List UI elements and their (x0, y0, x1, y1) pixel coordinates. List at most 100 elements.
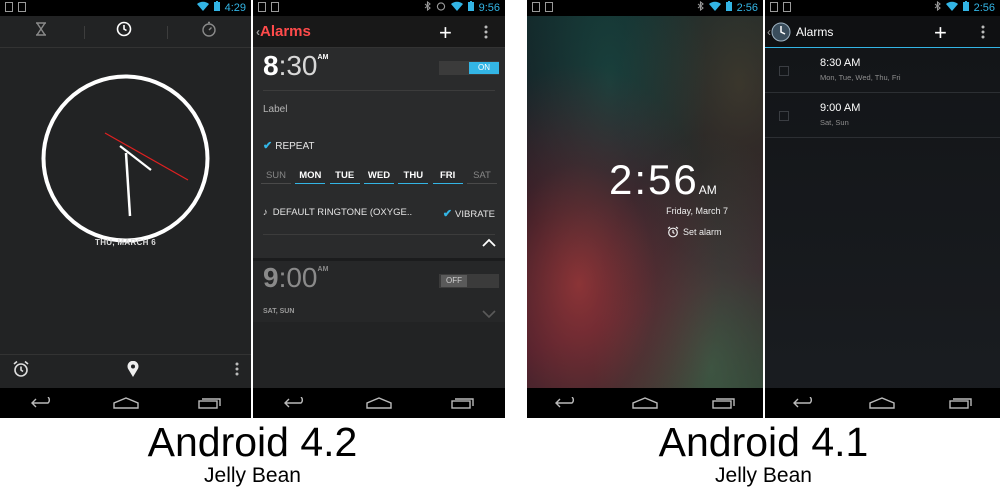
more-vert-icon (981, 25, 985, 39)
alarm-days: Sat, Sun (820, 118, 849, 127)
add-alarm-button[interactable]: + (439, 20, 452, 46)
caption-codename: Jelly Bean (715, 464, 812, 487)
notification-icons (5, 2, 26, 12)
world-clock-button[interactable] (127, 360, 139, 382)
up-navigation[interactable]: ‹ (767, 22, 791, 42)
clock-icon (116, 21, 131, 37)
recent-apps-button[interactable] (949, 397, 973, 409)
day-toggle-tue[interactable]: TUE (329, 170, 360, 184)
day-toggle-fri[interactable]: FRI (432, 170, 463, 184)
hourglass-icon (35, 22, 46, 36)
analog-clock (41, 74, 210, 243)
home-button[interactable] (869, 397, 896, 409)
nav-bar (765, 388, 1000, 418)
clock-date: THU, MARCH 6 (95, 238, 156, 247)
add-alarm-button[interactable]: + (934, 20, 947, 46)
repeat-label: REPEAT (275, 141, 315, 152)
battery-icon (213, 1, 220, 14)
overflow-menu-button[interactable] (981, 25, 985, 44)
back-button[interactable] (30, 397, 54, 409)
up-navigation[interactable]: ‹Alarms (256, 23, 311, 40)
alarm-minutes: :00 (278, 262, 318, 293)
recent-apps-icon (712, 398, 735, 409)
music-note-icon: ♪ (263, 207, 268, 218)
checkmark-icon: ✔ (442, 208, 453, 220)
expand-button[interactable] (482, 306, 496, 324)
day-toggle-sun[interactable]: SUN (261, 170, 291, 184)
more-vert-icon (235, 362, 239, 376)
clock-tab[interactable] (116, 21, 132, 42)
chevron-down-icon (482, 310, 496, 319)
checkmark-icon: ✔ (263, 140, 273, 152)
recent-apps-button[interactable] (197, 397, 222, 409)
alarm-enable-checkbox[interactable] (779, 66, 789, 76)
alarm-ampm: AM (317, 266, 329, 273)
alarm-card-collapsed[interactable]: 9:00AM OFF SAT, SUN (253, 258, 505, 322)
day-toggle-sat[interactable]: SAT (466, 170, 497, 184)
back-button[interactable] (554, 397, 578, 409)
stopwatch-tab[interactable] (201, 21, 217, 42)
home-icon (869, 397, 896, 409)
back-icon (555, 397, 574, 408)
clock-action-bar (0, 354, 251, 388)
image-notification-icon (783, 2, 791, 12)
wifi-icon (450, 1, 463, 14)
caption-left: Android 4.2 Jelly Bean (0, 420, 505, 487)
repeat-checkbox[interactable]: ✔ REPEAT (263, 139, 315, 152)
repeat-days: SUN MON TUE WED THU FRI SAT (261, 170, 497, 184)
page-title: Alarms (796, 25, 834, 39)
home-button[interactable] (112, 397, 139, 409)
wifi-icon (945, 1, 958, 14)
timer-tab[interactable] (35, 22, 47, 41)
caption-right: Android 4.1 Jelly Bean (527, 420, 1000, 487)
alarm-card-expanded: 8:30AM ON Label ✔ REPEAT SUN MON TUE WED … (253, 48, 505, 258)
alarm-clock-icon (667, 226, 679, 238)
alarm-enable-checkbox[interactable] (779, 111, 789, 121)
home-button[interactable] (366, 397, 392, 409)
more-vert-icon (484, 25, 488, 39)
notification-icon (258, 2, 266, 12)
home-icon (366, 397, 392, 409)
nav-bar (0, 388, 251, 418)
day-toggle-mon[interactable]: MON (295, 170, 326, 184)
back-button[interactable] (283, 397, 307, 409)
alarm-time: 8:30 AM (820, 57, 861, 69)
alarm-time[interactable]: 8:30AM (263, 50, 328, 82)
recent-apps-button[interactable] (451, 397, 475, 409)
toggle-on-label: ON (469, 62, 499, 74)
collapse-button[interactable] (482, 234, 496, 252)
ringtone-selector[interactable]: ♪ DEFAULT RINGTONE (OXYGE.. (263, 207, 412, 218)
list-item[interactable]: 9:00 AM Sat, Sun (765, 93, 1000, 138)
toggle-off-label: OFF (441, 275, 467, 287)
recent-apps-button[interactable] (712, 397, 736, 409)
notification-icons (532, 2, 553, 12)
overflow-menu-button[interactable] (235, 362, 239, 381)
list-item[interactable]: 8:30 AM Mon, Tue, Wed, Thu, Fri (765, 48, 1000, 93)
plus-icon: + (934, 20, 947, 45)
caption-version: Android 4.1 (658, 419, 869, 465)
alarm-minutes: :30 (278, 50, 318, 81)
alarm-button[interactable] (12, 360, 30, 383)
lockscreen-clock: 2:56AM (609, 156, 717, 204)
status-time: 2:56 (736, 1, 758, 14)
action-bar: ‹ Alarms + (765, 16, 1000, 48)
overflow-menu-button[interactable] (484, 25, 488, 44)
alarm-toggle-on[interactable]: ON (439, 61, 499, 75)
vibrate-checkbox[interactable]: ✔ VIBRATE (443, 207, 495, 220)
day-toggle-wed[interactable]: WED (363, 170, 394, 184)
day-toggle-thu[interactable]: THU (398, 170, 429, 184)
alarm-label-field[interactable]: Label (263, 104, 287, 115)
alarm-time[interactable]: 9:00AM (263, 262, 328, 294)
hour-hand (124, 152, 132, 217)
next-alarm-indicator: Set alarm (667, 226, 722, 238)
alarm-time: 9:00 AM (820, 102, 861, 114)
nav-bar (253, 388, 505, 418)
phone-lockscreen-41: 2:56 2:56AM Friday, March 7 Set alarm (527, 0, 763, 418)
back-button[interactable] (792, 397, 816, 409)
alarm-toggle-off[interactable]: OFF (439, 274, 499, 288)
home-button[interactable] (632, 397, 658, 409)
home-icon (632, 397, 658, 409)
alarm-status-icon (436, 1, 446, 14)
image-notification-icon (18, 2, 26, 12)
caption-codename: Jelly Bean (204, 464, 301, 487)
